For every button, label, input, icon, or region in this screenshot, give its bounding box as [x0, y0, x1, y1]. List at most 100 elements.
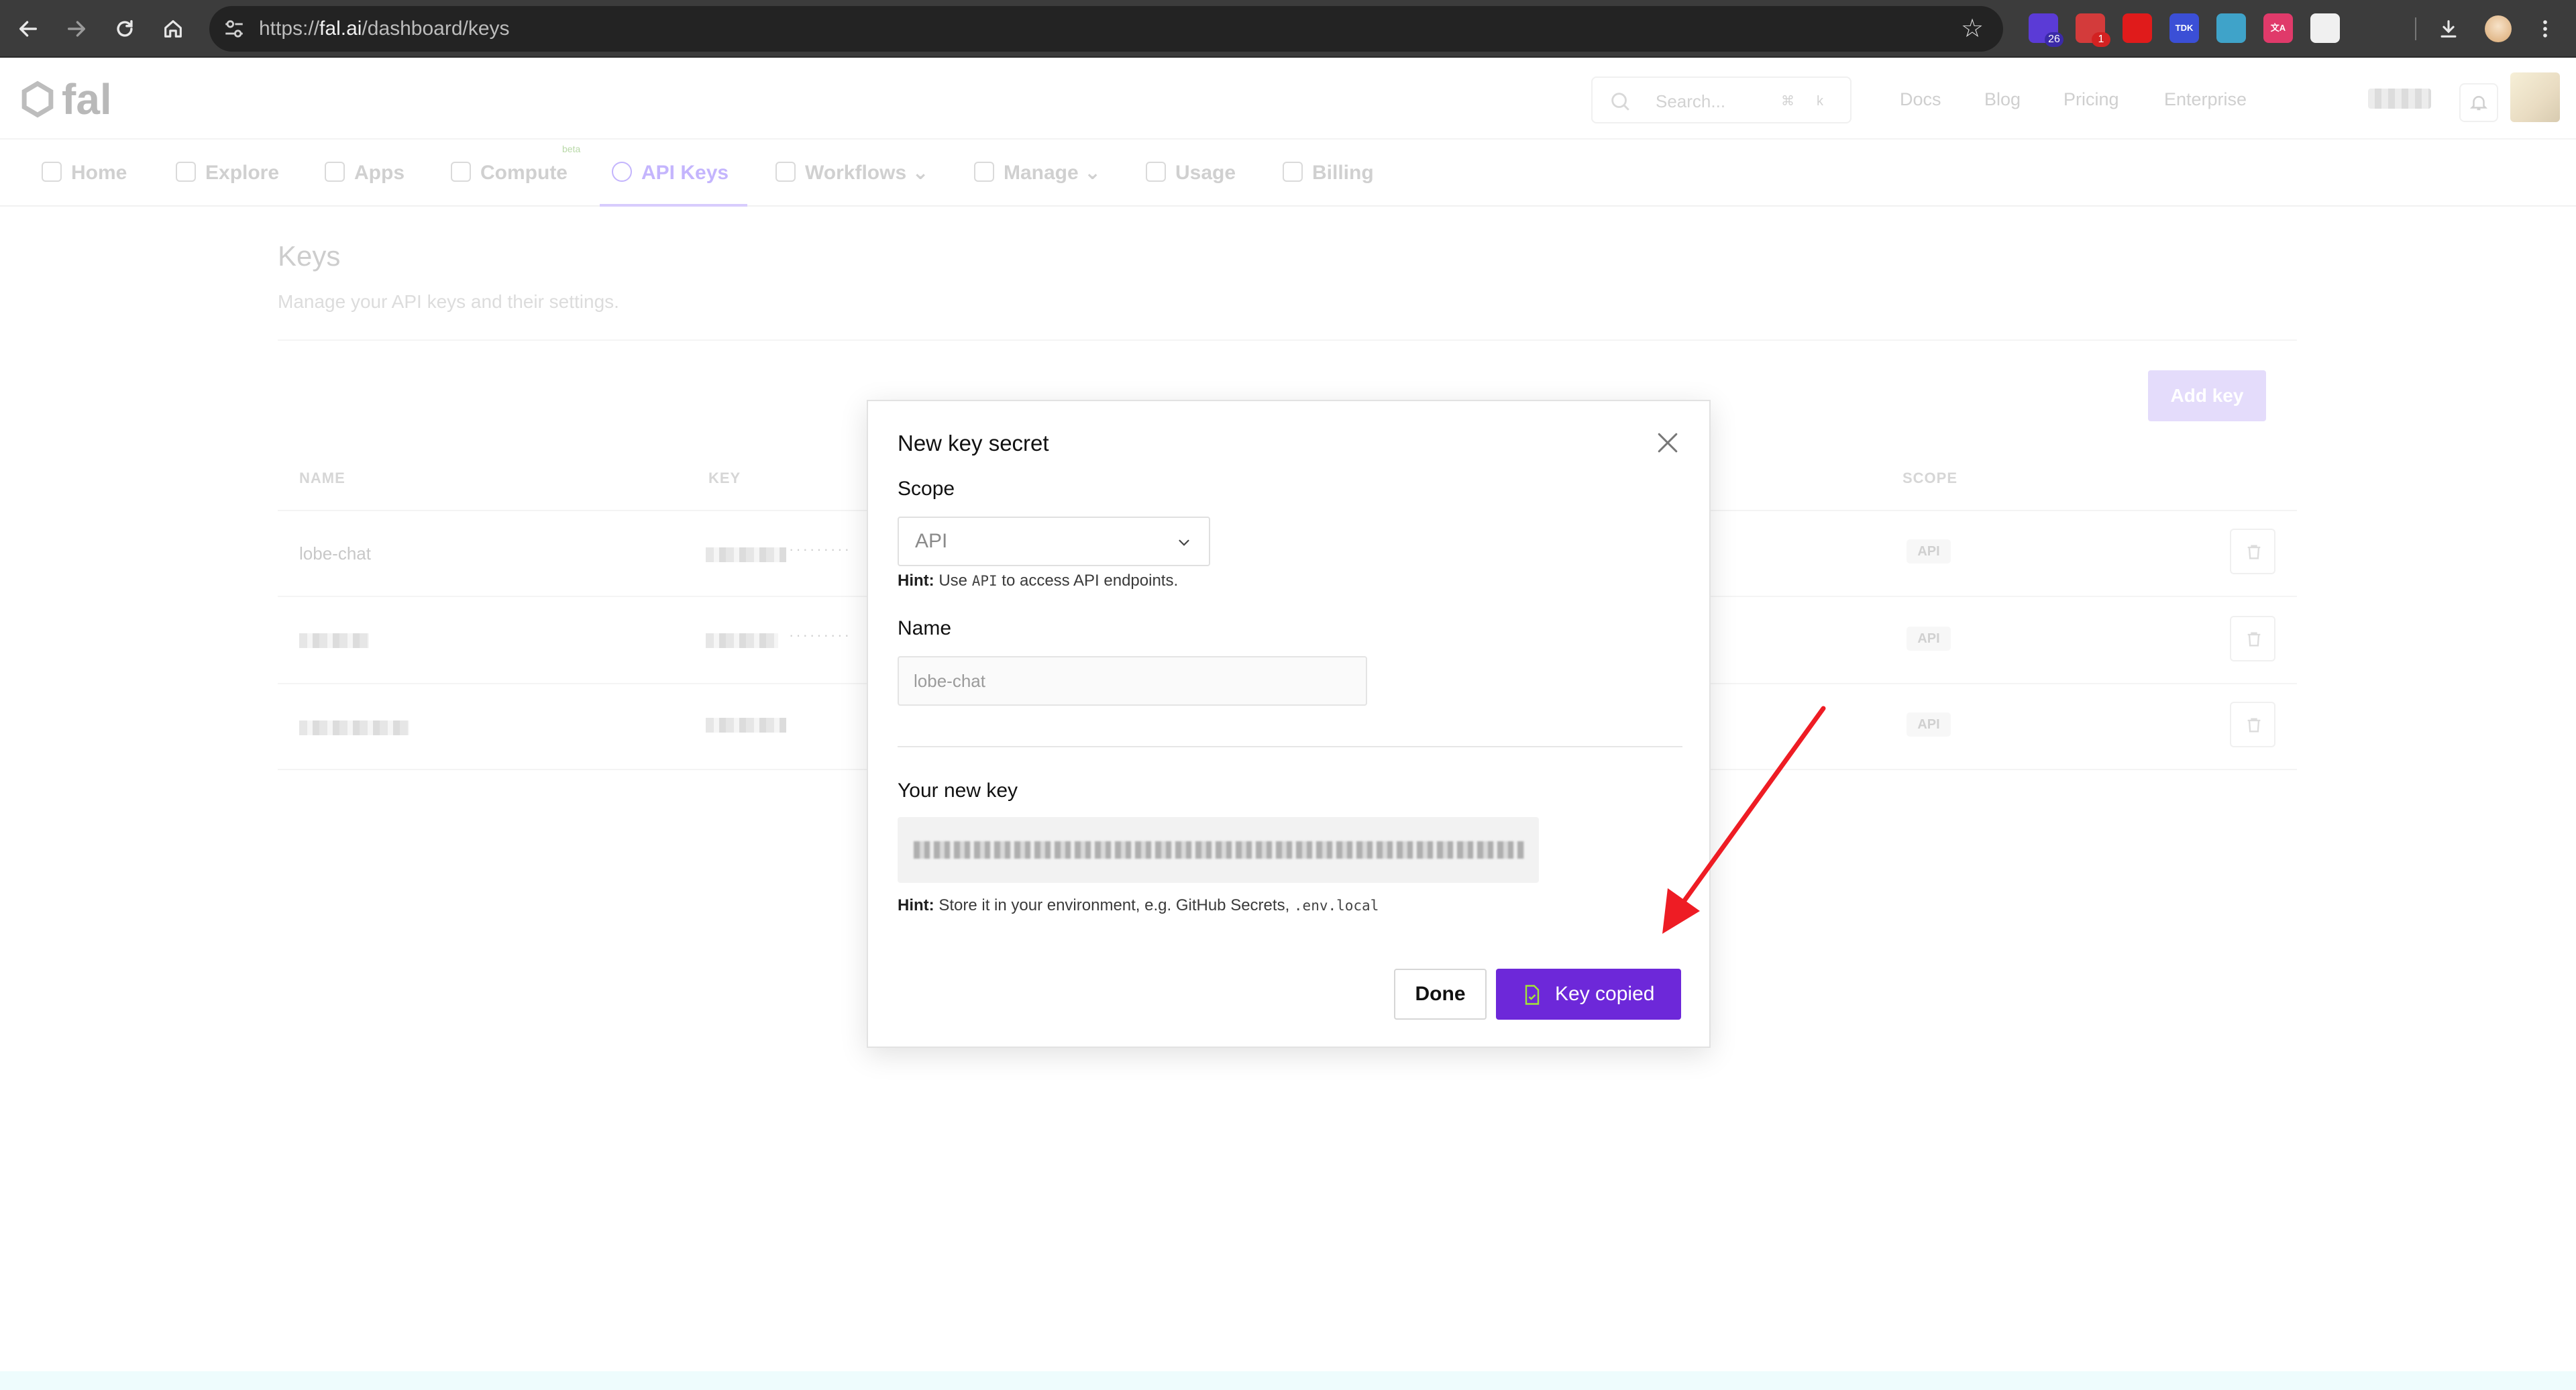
key-hint: Hint: Store it in your environment, e.g.… [898, 896, 1379, 915]
extension-6-label: 文A [2270, 23, 2286, 33]
profile-avatar-icon[interactable] [2478, 9, 2518, 49]
browser-toolbar: https://fal.ai/dashboard/keys ☆ 26 1 TDK 文A [0, 0, 2576, 58]
search-icon [1611, 93, 1629, 111]
username-blurred [2368, 89, 2431, 109]
tab-usage-label: Usage [1175, 162, 1236, 184]
url-path: /dashboard/keys [362, 17, 510, 40]
billing-tab-icon [1283, 162, 1303, 182]
key-prefix-blurred [706, 547, 786, 562]
tab-usage[interactable]: Usage [1146, 140, 1236, 207]
compute-beta-badge: beta [562, 144, 581, 154]
scope-select[interactable]: API [898, 517, 1210, 566]
fal-logo[interactable]: fal [19, 75, 112, 123]
extension-2-badge: 1 [2092, 32, 2110, 47]
address-bar[interactable]: https://fal.ai/dashboard/keys ☆ [209, 6, 2003, 52]
url-host: fal.ai [319, 17, 362, 40]
tab-explore[interactable]: Explore [176, 140, 279, 207]
fal-logo-text: fal [62, 75, 112, 123]
page-title: Keys [278, 240, 341, 272]
extension-6-icon[interactable]: 文A [2263, 13, 2293, 43]
tab-explore-label: Explore [205, 162, 280, 184]
tab-apps[interactable]: Apps [325, 140, 405, 207]
downloads-icon[interactable] [2428, 9, 2469, 49]
tab-api-keys[interactable]: API Keys [612, 140, 729, 207]
trash-icon [2247, 718, 2261, 733]
search-placeholder: Search... [1656, 91, 1726, 111]
extension-2-icon[interactable]: 1 [2076, 13, 2110, 47]
done-button[interactable]: Done [1394, 969, 1487, 1020]
scope-hint-post: to access API endpoints. [1002, 572, 1179, 590]
forward-icon[interactable] [56, 9, 97, 49]
tab-manage-label: Manage [1004, 162, 1079, 184]
toolbar-divider [2415, 17, 2416, 40]
key-hint-code: .env.local [1293, 898, 1379, 914]
key-prefix-blurred [706, 718, 786, 733]
add-key-button[interactable]: Add key [2148, 370, 2266, 421]
bookmark-star-icon[interactable]: ☆ [1956, 13, 1988, 45]
top-link-blog[interactable]: Blog [1984, 59, 2021, 140]
home-icon[interactable] [153, 9, 193, 49]
extension-1-badge: 26 [2045, 32, 2063, 47]
scope-badge: API [1907, 627, 1951, 651]
dashboard-tabs: Home Explore Apps Compute beta API Keys … [0, 140, 2576, 207]
top-link-pricing[interactable]: Pricing [2063, 59, 2119, 140]
url-prefix: https:// [259, 17, 320, 40]
reload-icon[interactable] [105, 9, 145, 49]
apps-tab-icon [325, 162, 345, 182]
new-key-secret-dialog: New key secret Scope API Hint: Use API t… [867, 400, 1711, 1048]
tab-home[interactable]: Home [42, 140, 127, 207]
extension-4-icon[interactable]: TDK [2169, 13, 2199, 43]
tab-workflows[interactable]: Workflows ⌄ [775, 140, 929, 207]
top-link-docs[interactable]: Docs [1900, 59, 1941, 140]
name-field[interactable]: lobe-chat [898, 656, 1367, 706]
notifications-bell-icon[interactable] [2459, 83, 2498, 122]
site-settings-icon[interactable] [223, 17, 246, 40]
dialog-title: New key secret [898, 431, 1049, 456]
scope-hint-bold: Hint: [898, 572, 934, 590]
extension-3-icon[interactable] [2123, 13, 2152, 43]
close-dialog-button[interactable] [1653, 428, 1682, 458]
key-masked: ········· [789, 541, 851, 557]
back-icon[interactable] [8, 9, 48, 49]
home-tab-icon [42, 162, 62, 182]
file-check-icon [1525, 985, 1540, 1005]
extension-1-icon[interactable]: 26 [2029, 13, 2063, 47]
user-avatar[interactable] [2510, 72, 2560, 122]
close-icon [1658, 433, 1678, 453]
tab-home-label: Home [71, 162, 127, 184]
key-copied-button[interactable]: Key copied [1496, 969, 1681, 1020]
key-tab-icon [612, 162, 632, 182]
top-link-enterprise[interactable]: Enterprise [2164, 59, 2247, 140]
workflows-tab-icon [775, 162, 796, 182]
active-tab-underline [600, 204, 747, 207]
column-header-key: KEY [708, 470, 741, 486]
tab-compute[interactable]: Compute [451, 140, 568, 207]
extension-5-icon[interactable] [2216, 13, 2246, 43]
key-copied-label: Key copied [1555, 983, 1655, 1005]
site-header: fal Search... ⌘ k Docs Blog Pricing Ente… [0, 59, 2576, 140]
extension-7-icon[interactable] [2310, 13, 2340, 43]
delete-key-button[interactable] [2230, 529, 2275, 574]
new-key-value[interactable] [898, 817, 1539, 883]
tab-billing[interactable]: Billing [1283, 140, 1374, 207]
tab-billing-label: Billing [1312, 162, 1374, 184]
new-key-label: Your new key [898, 780, 1018, 802]
name-label: Name [898, 617, 952, 639]
tab-manage[interactable]: Manage ⌄ [974, 140, 1101, 207]
scope-hint: Hint: Use API to access API endpoints. [898, 572, 1178, 590]
site-search-input[interactable]: Search... ⌘ k [1591, 76, 1851, 123]
scope-badge: API [1907, 712, 1951, 737]
footer-strip [0, 1371, 2576, 1390]
browser-menu-icon[interactable] [2525, 9, 2565, 49]
tab-workflows-label: Workflows [805, 162, 907, 184]
extension-4-label: TDK [2175, 23, 2194, 33]
new-key-blurred [914, 841, 1524, 859]
url-text[interactable]: https://fal.ai/dashboard/keys [259, 6, 510, 52]
tab-compute-label: Compute [480, 162, 568, 184]
page-subtitle: Manage your API keys and their settings. [278, 291, 619, 312]
key-hint-bold: Hint: [898, 896, 934, 914]
delete-key-button[interactable] [2230, 616, 2275, 661]
column-header-name: NAME [299, 470, 345, 486]
delete-key-button[interactable] [2230, 702, 2275, 747]
explore-tab-icon [176, 162, 196, 182]
